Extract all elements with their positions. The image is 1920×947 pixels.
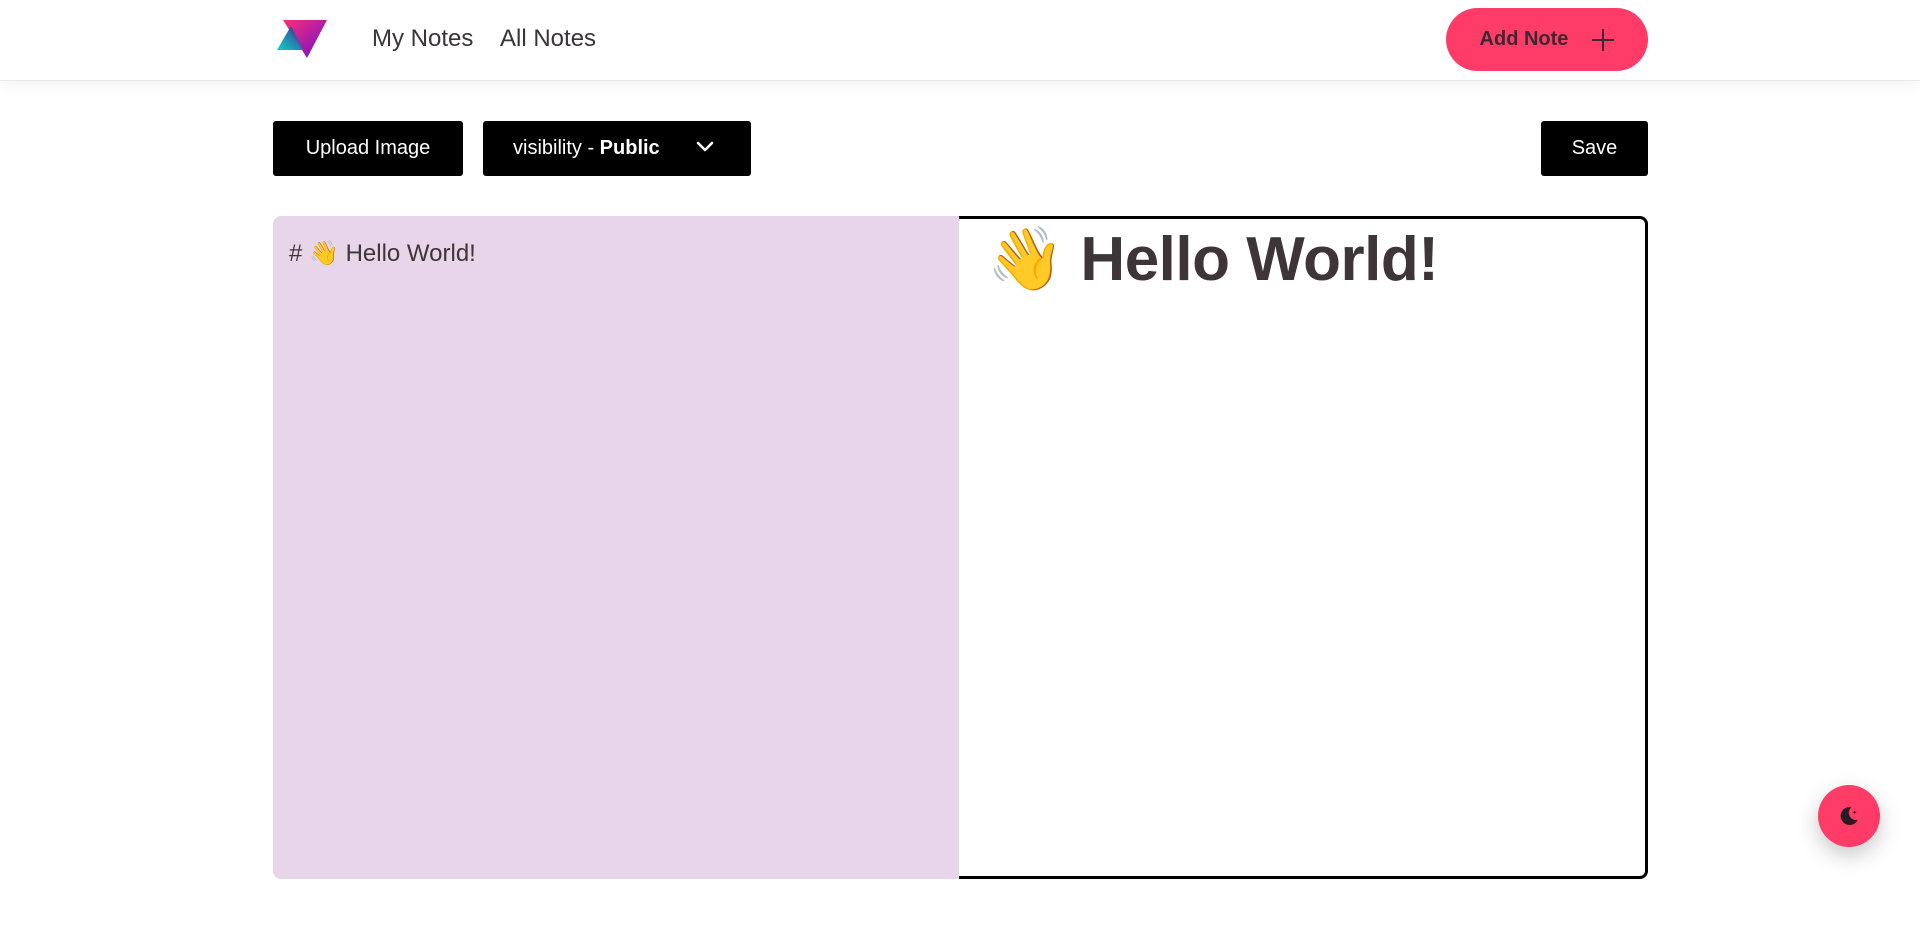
add-note-label: Add Note <box>1479 28 1569 50</box>
visibility-value: Public <box>599 137 660 159</box>
markdown-preview[interactable]: 👋 Hello World! <box>959 216 1648 879</box>
chevron-down-icon <box>696 141 714 152</box>
upload-image-button[interactable]: Upload Image <box>273 121 463 176</box>
plus-icon <box>1592 28 1615 51</box>
theme-toggle-button[interactable] <box>1818 785 1880 847</box>
preview-heading: 👋 Hello World! <box>987 225 1439 294</box>
top-navbar: My Notes All Notes Add Note <box>0 0 1920 81</box>
markdown-input[interactable]: # 👋 Hello World! <box>273 216 961 879</box>
visibility-prefix: visibility - <box>513 137 600 159</box>
add-note-button[interactable]: Add Note <box>1446 8 1648 71</box>
logo-icon <box>277 20 327 58</box>
moon-icon <box>1840 807 1858 826</box>
app-logo[interactable] <box>277 18 329 60</box>
save-button[interactable]: Save <box>1541 121 1648 176</box>
visibility-dropdown[interactable]: visibility - Public <box>483 121 751 176</box>
note-editor: # 👋 Hello World! 👋 Hello World! <box>273 216 1648 879</box>
nav-link-all-notes[interactable]: All Notes <box>500 24 596 54</box>
nav-link-my-notes[interactable]: My Notes <box>372 24 473 54</box>
